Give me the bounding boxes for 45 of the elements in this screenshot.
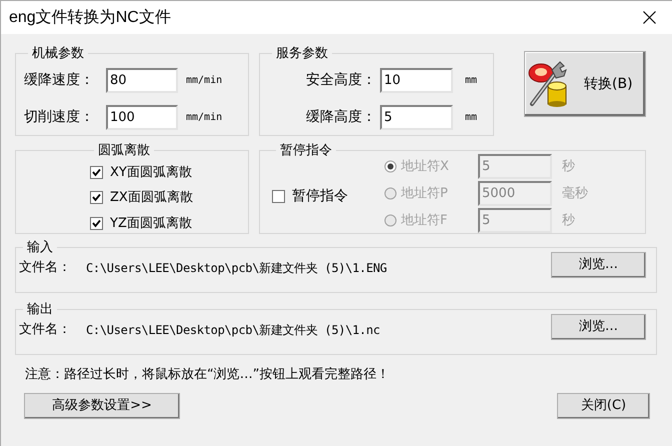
convert-button[interactable]: 转换(B): [524, 51, 646, 117]
field-label: 安全高度：: [305, 70, 377, 90]
input-field[interactable]: 80: [106, 68, 178, 92]
checkbox[interactable]: [272, 190, 285, 204]
group-label: 暂停指令: [279, 142, 333, 160]
unit-label: 秒: [562, 212, 575, 230]
button[interactable]: 高级参数设置>>: [24, 392, 180, 418]
checkbox-label: XY面圆弧离散: [110, 164, 192, 182]
group-label: 圆弧离散: [97, 142, 151, 160]
unit-label: mm: [465, 74, 478, 88]
input-field[interactable]: 10: [380, 68, 453, 92]
radio-label: 地址符F: [401, 212, 448, 230]
group-label: 输入: [26, 239, 54, 257]
checkbox-label: YZ面圆弧离散: [110, 214, 192, 232]
file-path: C:\Users\LEE\Desktop\pcb\新建文件夹 (5)\1.nc: [86, 322, 381, 338]
unit-label: 秒: [562, 158, 575, 176]
input-field[interactable]: 5: [380, 104, 453, 130]
field-label: 文件名：: [19, 258, 72, 277]
field-label: 切削速度：: [24, 108, 95, 126]
field-label: 文件名：: [19, 320, 72, 339]
checked-checkbox[interactable]: [90, 166, 103, 179]
input-field[interactable]: 100: [106, 104, 178, 130]
unit-label: mm/min: [186, 110, 222, 124]
group-label: 服务参数: [275, 45, 329, 63]
close-icon[interactable]: [643, 11, 656, 24]
field-label: 缓降高度：: [305, 108, 377, 126]
radio-label: 地址符X: [401, 158, 450, 176]
checkbox-label: ZX面圆弧离散: [110, 189, 193, 207]
group-label: 输出: [26, 301, 54, 319]
tools-icon: [528, 60, 570, 108]
group-label: 机械参数: [31, 45, 85, 63]
checked-checkbox[interactable]: [90, 191, 103, 204]
button[interactable]: 浏览…: [551, 314, 646, 340]
window-title: eng文件转换为NC文件: [9, 8, 171, 28]
unit-label: mm: [465, 110, 478, 124]
unit-label: 毫秒: [562, 185, 588, 203]
field-label: 缓降速度：: [24, 70, 95, 90]
button[interactable]: 浏览…: [551, 252, 646, 278]
checkbox-label: 暂停指令: [292, 187, 348, 206]
radio-label: 地址符P: [401, 185, 449, 203]
unit-label: mm/min: [186, 74, 222, 88]
button[interactable]: 关闭(C): [557, 392, 650, 418]
note-text: 注意：路径过长时，将鼠标放在“浏览…”按钮上观看完整路径！: [25, 366, 390, 384]
checked-checkbox[interactable]: [90, 216, 103, 230]
file-path: C:\Users\LEE\Desktop\pcb\新建文件夹 (5)\1.ENG: [86, 260, 388, 276]
